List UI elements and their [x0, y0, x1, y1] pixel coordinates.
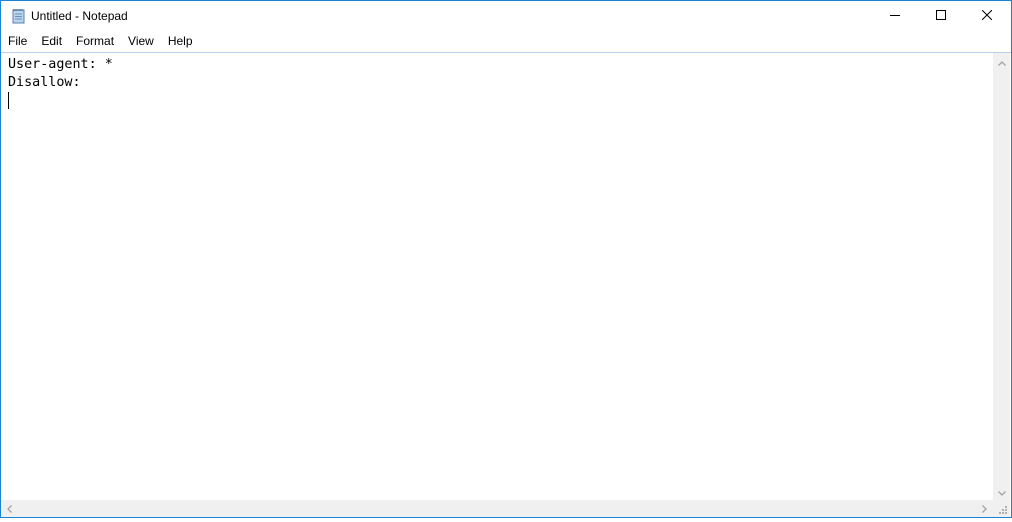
chevron-down-icon [997, 483, 1006, 501]
close-icon [981, 7, 993, 25]
menu-view[interactable]: View [121, 31, 161, 51]
chevron-right-icon [982, 500, 987, 518]
menu-file[interactable]: File [1, 31, 34, 51]
horizontal-scrollbar[interactable] [1, 500, 993, 517]
text-editor[interactable]: User-agent: * Disallow: [1, 53, 993, 500]
scroll-down-button[interactable] [993, 483, 1010, 500]
minimize-icon [890, 7, 900, 25]
scroll-right-button[interactable] [976, 500, 993, 517]
maximize-button[interactable] [918, 1, 964, 31]
size-grip-icon [993, 504, 1010, 521]
menu-edit[interactable]: Edit [34, 31, 69, 51]
title-bar[interactable]: Untitled - Notepad [1, 1, 1011, 31]
menu-bar: File Edit Format View Help [1, 31, 1011, 51]
vertical-scrollbar[interactable] [993, 53, 1010, 500]
menu-format[interactable]: Format [69, 31, 121, 51]
scroll-up-button[interactable] [993, 53, 1010, 70]
chevron-up-icon [997, 53, 1006, 71]
editor-line: Disallow: [8, 75, 81, 90]
chevron-left-icon [7, 500, 12, 518]
size-grip[interactable] [993, 500, 1010, 517]
scroll-left-button[interactable] [1, 500, 18, 517]
close-button[interactable] [964, 1, 1010, 31]
notepad-icon [11, 8, 26, 24]
notepad-window: Untitled - Notepad File Edit Format View… [0, 0, 1012, 518]
minimize-button[interactable] [872, 1, 918, 31]
text-caret [8, 92, 9, 109]
editor-line [8, 92, 993, 110]
editor-frame: User-agent: * Disallow: [1, 52, 1011, 518]
editor-line: User-agent: * [8, 57, 113, 72]
maximize-icon [936, 7, 946, 25]
menu-help[interactable]: Help [161, 31, 200, 51]
window-title: Untitled - Notepad [31, 9, 128, 23]
